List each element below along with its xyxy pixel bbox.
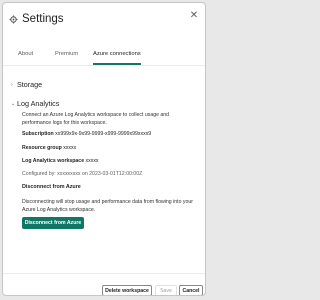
- log-analytics-description: Connect an Azure Log Analytics workspace…: [22, 112, 170, 126]
- disconnect-button[interactable]: Disconnect from Azure: [22, 217, 84, 229]
- cancel-button[interactable]: Cancel: [179, 285, 203, 295]
- tab-about[interactable]: About: [18, 49, 33, 62]
- resource-group-row: Resource group xxxxx: [22, 145, 198, 151]
- storage-section-label: Storage: [17, 80, 43, 89]
- delete-workspace-button[interactable]: Delete workspace: [102, 285, 152, 295]
- settings-panel: Settings ✕ About Premium Azure connectio…: [2, 2, 206, 296]
- subscription-label: Subscription: [22, 131, 54, 137]
- disconnect-description: Disconnecting will stop usage and perfor…: [22, 199, 193, 213]
- workspace-row: Log Analytics workspace xxxxx: [22, 158, 198, 164]
- subscription-value: xx999x9x-9x99-9999-x999-9999x99xxxx9: [55, 131, 152, 137]
- subscription-row: Subscription xx999x9x-9x99-9999-x999-999…: [22, 131, 198, 137]
- save-button[interactable]: Save: [155, 285, 177, 295]
- disconnect-heading: Disconnect from Azure: [22, 184, 81, 190]
- resource-group-value: xxxxx: [63, 145, 77, 151]
- storage-section-toggle[interactable]: › Storage: [11, 80, 42, 89]
- footer-divider: [3, 273, 205, 274]
- tab-premium[interactable]: Premium: [55, 49, 78, 62]
- close-icon[interactable]: ✕: [189, 11, 199, 21]
- workspace-label: Log Analytics workspace: [22, 158, 85, 164]
- resource-group-label: Resource group: [22, 145, 62, 151]
- tab-azure-connections[interactable]: Azure connections: [93, 49, 141, 65]
- page-title: Settings: [22, 13, 64, 25]
- workspace-value: xxxxx: [85, 158, 99, 164]
- tab-bar: About Premium Azure connections: [3, 49, 205, 66]
- log-analytics-section-toggle[interactable]: ⌄ Log Analytics: [11, 99, 59, 108]
- gear-icon: [9, 14, 18, 24]
- configured-by-text: Configured by: xxxxxxxxx on 2023-03-01T1…: [22, 171, 143, 177]
- panel-header: Settings: [9, 13, 64, 25]
- log-analytics-section-label: Log Analytics: [17, 99, 60, 108]
